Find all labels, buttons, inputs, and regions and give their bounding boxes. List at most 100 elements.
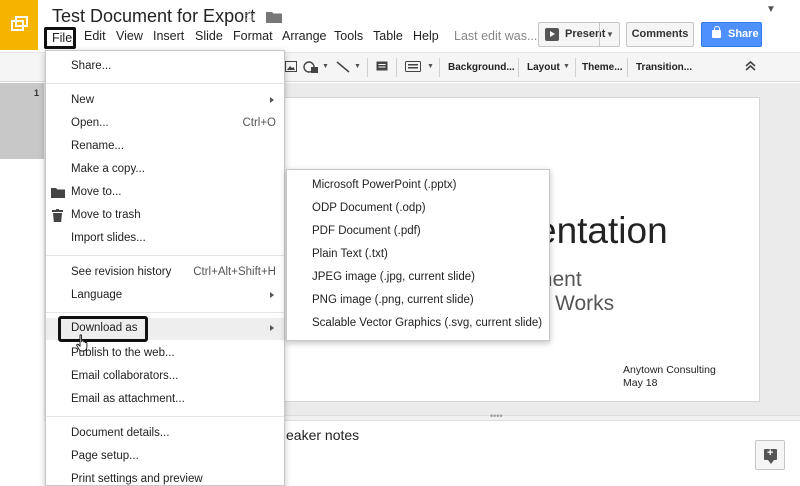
present-dropdown-icon[interactable]: ▼ — [599, 23, 620, 46]
lock-icon — [712, 26, 721, 38]
hand-cursor-icon — [76, 334, 90, 357]
folder-icon[interactable] — [266, 10, 282, 28]
menu-item-open[interactable]: Open... Ctrl+O — [46, 113, 284, 135]
menu-item-make-copy[interactable]: Make a copy... — [46, 159, 284, 181]
download-pdf[interactable]: PDF Document (.pdf) — [287, 221, 549, 243]
menu-item-page-setup[interactable]: Page setup... — [46, 446, 284, 468]
collapse-header-icon[interactable]: ▼ — [766, 4, 776, 15]
shape-dropdown-icon[interactable]: ▼ — [322, 63, 329, 70]
filmstrip[interactable] — [0, 83, 44, 486]
menu-item-print-settings[interactable]: Print settings and preview — [46, 469, 284, 486]
slide-title[interactable]: entation — [536, 210, 668, 252]
menu-item-label: New — [71, 94, 95, 106]
menu-item-label: Email collaborators... — [71, 370, 179, 382]
menu-tools[interactable]: Tools — [334, 29, 363, 43]
last-edit-status[interactable]: Last edit was... — [454, 29, 537, 43]
download-odp[interactable]: ODP Document (.odp) — [287, 198, 549, 220]
slide-number: 1 — [34, 88, 40, 98]
menu-help[interactable]: Help — [413, 29, 439, 43]
submenu-item-label: ODP Document (.odp) — [312, 202, 426, 214]
menu-item-label: Language — [71, 289, 123, 301]
menu-item-share[interactable]: Share... — [46, 56, 284, 78]
menu-edit[interactable]: Edit — [84, 29, 106, 43]
add-comment-icon — [764, 447, 777, 464]
collapse-toolbar-icon[interactable] — [745, 60, 756, 75]
menu-item-document-details[interactable]: Document details... — [46, 423, 284, 445]
slide-company[interactable]: Anytown Consulting — [623, 364, 716, 376]
menu-format[interactable]: Format — [233, 29, 273, 43]
submenu-item-label: Plain Text (.txt) — [312, 248, 388, 260]
menu-item-shortcut: Ctrl+Alt+Shift+H — [193, 266, 276, 278]
layout-dropdown-icon[interactable]: ▼ — [563, 63, 570, 70]
star-icon[interactable]: ☆ — [242, 6, 257, 26]
submenu-arrow-icon — [270, 292, 274, 298]
submenu-arrow-icon — [270, 325, 274, 331]
download-as-highlight — [58, 316, 148, 342]
menu-item-rename[interactable]: Rename... — [46, 136, 284, 158]
menu-item-label: Rename... — [71, 140, 125, 152]
menu-slide[interactable]: Slide — [195, 29, 223, 43]
download-png[interactable]: PNG image (.png, current slide) — [287, 290, 549, 312]
submenu-item-label: PDF Document (.pdf) — [312, 225, 421, 237]
trash-icon — [52, 209, 63, 225]
input-tools-dropdown-icon[interactable]: ▼ — [427, 63, 434, 70]
download-svg[interactable]: Scalable Vector Graphics (.svg, current … — [287, 313, 549, 335]
theme-button[interactable]: Theme... — [582, 62, 623, 73]
download-pptx[interactable]: Microsoft PowerPoint (.pptx) — [287, 175, 549, 197]
menu-item-revision-history[interactable]: See revision history Ctrl+Alt+Shift+H — [46, 262, 284, 284]
comments-button[interactable]: Comments — [626, 22, 694, 47]
download-txt[interactable]: Plain Text (.txt) — [287, 244, 549, 266]
menu-item-label: Import slides... — [71, 232, 146, 244]
menu-item-email-collaborators[interactable]: Email collaborators... — [46, 366, 284, 388]
menu-item-label: Document details... — [71, 427, 170, 439]
background-button[interactable]: Background... — [448, 62, 515, 73]
image-icon[interactable] — [285, 61, 297, 75]
submenu-item-label: JPEG image (.jpg, current slide) — [312, 271, 475, 283]
document-title[interactable]: Test Document for Export — [52, 6, 255, 27]
line-icon[interactable] — [336, 61, 350, 76]
menu-view[interactable]: View — [116, 29, 143, 43]
submenu-arrow-icon — [270, 97, 274, 103]
explore-button[interactable] — [755, 440, 785, 470]
transition-button[interactable]: Transition... — [636, 62, 692, 73]
layout-button[interactable]: Layout — [527, 62, 560, 73]
slide-subtitle-line-2[interactable]: Works — [555, 292, 614, 316]
menu-item-label: Page setup... — [71, 450, 139, 462]
speaker-notes-placeholder: eaker notes — [286, 427, 360, 443]
keyboard-icon[interactable] — [405, 61, 421, 75]
menu-item-label: Print settings and preview — [71, 473, 203, 485]
submenu-item-label: Microsoft PowerPoint (.pptx) — [312, 179, 457, 191]
shape-icon[interactable] — [303, 61, 319, 77]
comment-icon[interactable] — [376, 61, 388, 76]
menu-item-move-to-trash[interactable]: Move to trash — [46, 205, 284, 227]
menu-item-move-to[interactable]: Move to... — [46, 182, 284, 204]
menu-table[interactable]: Table — [373, 29, 403, 43]
menu-item-label: See revision history — [71, 266, 172, 278]
download-jpeg[interactable]: JPEG image (.jpg, current slide) — [287, 267, 549, 289]
menu-item-label: Make a copy... — [71, 163, 145, 175]
menu-item-import-slides[interactable]: Import slides... — [46, 228, 284, 250]
menu-item-new[interactable]: New — [46, 90, 284, 112]
drag-handle-icon: •••• — [490, 411, 503, 421]
present-button[interactable]: Present ▼ — [538, 22, 620, 47]
menu-item-label: Move to trash — [71, 209, 141, 221]
slide-date[interactable]: May 18 — [623, 377, 657, 389]
menu-file[interactable]: File — [44, 27, 76, 49]
menu-item-language[interactable]: Language — [46, 285, 284, 307]
menu-item-label: Move to... — [71, 186, 122, 198]
share-button[interactable]: Share — [701, 22, 762, 47]
submenu-item-label: PNG image (.png, current slide) — [312, 294, 474, 306]
play-icon — [545, 28, 559, 41]
slides-logo[interactable] — [0, 0, 38, 50]
folder-icon — [51, 187, 65, 201]
menu-item-label: Email as attachment... — [71, 393, 185, 405]
menu-insert[interactable]: Insert — [153, 29, 184, 43]
line-dropdown-icon[interactable]: ▼ — [354, 63, 361, 70]
menu-arrange[interactable]: Arrange — [282, 29, 326, 43]
file-menu: Share... New Open... Ctrl+O Rename... Ma… — [45, 50, 285, 486]
share-label: Share — [728, 28, 759, 40]
menu-file-label: File — [52, 31, 73, 45]
slides-logo-icon — [11, 16, 28, 31]
menu-item-email-attachment[interactable]: Email as attachment... — [46, 389, 284, 411]
menu-item-label: Share... — [71, 60, 112, 72]
